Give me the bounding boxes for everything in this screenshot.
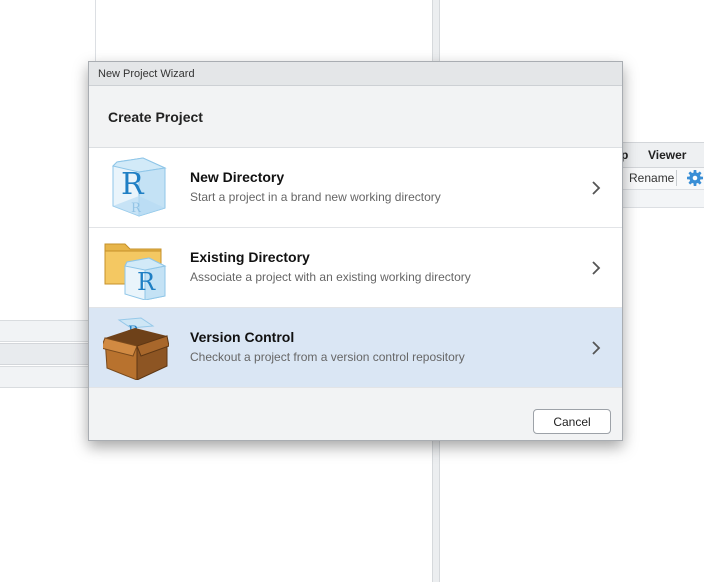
option-title: Existing Directory <box>190 249 310 265</box>
option-title: New Directory <box>190 169 285 185</box>
pane-divider[interactable] <box>95 0 96 61</box>
dialog-header: Create Project <box>89 86 622 148</box>
tab-viewer[interactable]: Viewer <box>648 148 686 162</box>
option-new-directory[interactable]: R R New Directory Start a project in a b… <box>89 148 622 228</box>
dialog-titlebar[interactable]: New Project Wizard <box>89 62 622 86</box>
right-pane-tabbar: p Viewer <box>621 142 704 168</box>
new-project-wizard-dialog: New Project Wizard Create Project R R Ne… <box>88 61 623 441</box>
left-pane-toolbar <box>0 366 88 388</box>
option-title: Version Control <box>190 329 295 345</box>
left-pane-tabbar <box>0 343 88 365</box>
svg-text:R: R <box>121 167 145 202</box>
svg-text:R: R <box>131 201 142 216</box>
svg-text:R: R <box>137 268 156 296</box>
right-pane-band <box>622 190 704 208</box>
dialog-footer: Cancel <box>89 388 622 440</box>
rename-button[interactable]: Rename <box>629 171 674 185</box>
toolbar-separator <box>676 170 677 186</box>
chevron-right-icon <box>592 261 601 275</box>
r-cube-icon: R R <box>112 157 167 217</box>
option-description: Start a project in a brand new working d… <box>190 190 441 204</box>
chevron-right-icon <box>592 181 601 195</box>
left-pane-header <box>0 320 88 342</box>
cancel-button[interactable]: Cancel <box>533 409 611 434</box>
chevron-right-icon <box>592 341 601 355</box>
gear-icon[interactable] <box>686 169 704 187</box>
option-description: Checkout a project from a version contro… <box>190 350 465 364</box>
folder-r-icon: R <box>104 243 167 300</box>
option-version-control[interactable]: R Version Control Checkout a project fro… <box>89 308 622 388</box>
option-existing-directory[interactable]: R Existing Directory Associate a project… <box>89 228 622 308</box>
project-options-list: R R New Directory Start a project in a b… <box>89 148 622 388</box>
option-description: Associate a project with an existing wor… <box>190 270 471 284</box>
cardboard-box-icon: R <box>103 317 169 380</box>
